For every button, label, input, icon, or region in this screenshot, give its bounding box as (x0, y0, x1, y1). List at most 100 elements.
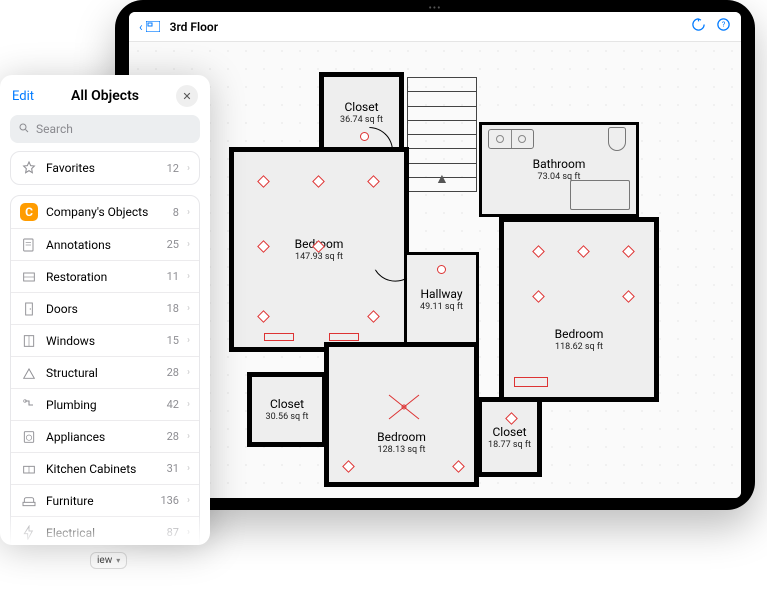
chevron-right-icon: › (187, 495, 190, 506)
restore-icon (20, 268, 38, 286)
close-button[interactable]: ✕ (176, 85, 198, 107)
electrical-marker (437, 265, 446, 274)
category-appliances[interactable]: Appliances 28 › (11, 420, 199, 452)
category-label: Restoration (46, 270, 159, 284)
ipad-screen: ‹ 3rd Floor ? ↶ ↷ (129, 12, 741, 498)
electrical-marker (312, 175, 325, 188)
category-count: 18 (167, 302, 179, 315)
room-closet-bl[interactable]: Closet 30.56 sq ft (247, 372, 327, 447)
electrical-marker (505, 412, 518, 425)
search-placeholder: Search (36, 122, 73, 136)
category-count: 28 (167, 430, 179, 443)
electrical-marker (622, 290, 635, 303)
chevron-right-icon: › (187, 207, 190, 218)
search-icon (18, 122, 30, 137)
floorplan: Closet 36.74 sq ft ▲ Bathroom 73.04 sq f… (229, 72, 659, 497)
sync-icon[interactable] (691, 17, 706, 36)
panel-title: All Objects (71, 88, 139, 104)
chevron-right-icon: › (187, 239, 190, 250)
category-count: 12 (167, 162, 179, 175)
door-icon (20, 300, 38, 318)
chevron-right-icon: › (187, 163, 190, 174)
category-furniture[interactable]: Furniture136› (11, 484, 199, 516)
room-area: 36.74 sq ft (340, 115, 383, 125)
room-label: Closet (492, 425, 526, 439)
room-area: 128.13 sq ft (378, 445, 426, 455)
category-plumbing[interactable]: Plumbing 42 › (11, 388, 199, 420)
category-label: Furniture (46, 494, 152, 508)
electrical-marker (257, 175, 270, 188)
category-label: Windows (46, 334, 159, 348)
category-restoration[interactable]: Restoration11› (11, 260, 199, 292)
shower-icon (570, 180, 630, 210)
note-icon (20, 236, 38, 254)
room-bedroom-bottom[interactable]: Bedroom 128.13 sq ft (324, 342, 479, 487)
chevron-right-icon: › (187, 399, 190, 410)
category-doors[interactable]: Doors 18 › (11, 292, 199, 324)
electrical-marker (360, 132, 369, 141)
category-structural[interactable]: Structural 28 › (11, 356, 199, 388)
back-button[interactable]: ‹ (139, 20, 160, 34)
floorplan-canvas[interactable]: Closet 36.74 sq ft ▲ Bathroom 73.04 sq f… (129, 42, 741, 498)
category-count: 25 (167, 238, 179, 251)
category-label: Plumbing (46, 398, 159, 412)
room-area: 30.56 sq ft (266, 412, 309, 422)
category-windows[interactable]: Windows 15 › (11, 324, 199, 356)
room-area: 18.77 sq ft (488, 440, 531, 450)
plumb-icon (20, 396, 38, 414)
search-input[interactable]: Search (10, 115, 200, 143)
furn-icon (20, 492, 38, 510)
category-count: 87 (167, 526, 179, 539)
room-area: 118.62 sq ft (555, 342, 603, 352)
category-count: 15 (167, 334, 179, 347)
category-label: Appliances (46, 430, 159, 444)
window-icon (20, 332, 38, 350)
room-bedroom-right[interactable]: Bedroom 118.62 sq ft (499, 217, 659, 402)
close-icon: ✕ (182, 90, 191, 103)
elec-icon (20, 524, 38, 542)
toilet-icon (608, 127, 626, 151)
chevron-right-icon: › (187, 431, 190, 442)
category-count: 42 (167, 398, 179, 411)
appl-icon (20, 428, 38, 446)
chevron-right-icon: › (187, 335, 190, 346)
category-annotations[interactable]: Annotations 25 › (11, 228, 199, 260)
objects-panel: Edit All Objects ✕ Search Favorites 12 ›… (0, 75, 210, 545)
category-label: Doors (46, 302, 159, 316)
chevron-right-icon: › (187, 303, 190, 314)
category-label: Structural (46, 366, 159, 380)
electrical-marker (532, 290, 545, 303)
room-bathroom[interactable]: Bathroom 73.04 sq ft (479, 122, 639, 217)
category-label: Annotations (46, 238, 159, 252)
category-company-s-objects[interactable]: C Company's Objects 8 › (11, 196, 199, 228)
category-label: Company's Objects (46, 205, 165, 219)
help-icon[interactable]: ? (716, 17, 731, 36)
category-favorites[interactable]: Favorites 12 › (11, 152, 199, 184)
room-area: 49.11 sq ft (420, 302, 463, 312)
edit-button[interactable]: Edit (12, 89, 34, 104)
electrical-marker (577, 245, 590, 258)
category-count: 28 (167, 366, 179, 379)
star-icon (20, 159, 38, 177)
category-kitchen-cabinets[interactable]: Kitchen Cabinets31› (11, 452, 199, 484)
svg-text:?: ? (722, 20, 726, 29)
chevron-right-icon: › (187, 271, 190, 282)
chevron-down-icon: ▾ (116, 556, 120, 565)
room-hallway[interactable]: Hallway 49.11 sq ft (404, 252, 479, 347)
electrical-marker (367, 175, 380, 188)
category-count: 8 (173, 206, 179, 219)
chevron-left-icon: ‹ (139, 20, 143, 34)
room-closet-top[interactable]: Closet 36.74 sq ft (319, 72, 404, 152)
company-icon: C (20, 203, 38, 221)
chevron-right-icon: › (187, 367, 190, 378)
stairs-arrow-icon: ▲ (435, 170, 449, 187)
view-chip[interactable]: iew ▾ (90, 552, 127, 569)
room-closet-br[interactable]: Closet 18.77 sq ft (477, 397, 542, 477)
category-label: Favorites (46, 161, 159, 175)
hvac-marker (264, 333, 294, 341)
category-electrical[interactable]: Electrical87› (11, 516, 199, 545)
chevron-right-icon: › (187, 463, 190, 474)
app-toolbar: ‹ 3rd Floor ? (129, 12, 741, 42)
electrical-marker (342, 460, 355, 473)
room-bedroom-left[interactable]: Bedroom 147.93 sq ft (229, 147, 409, 352)
